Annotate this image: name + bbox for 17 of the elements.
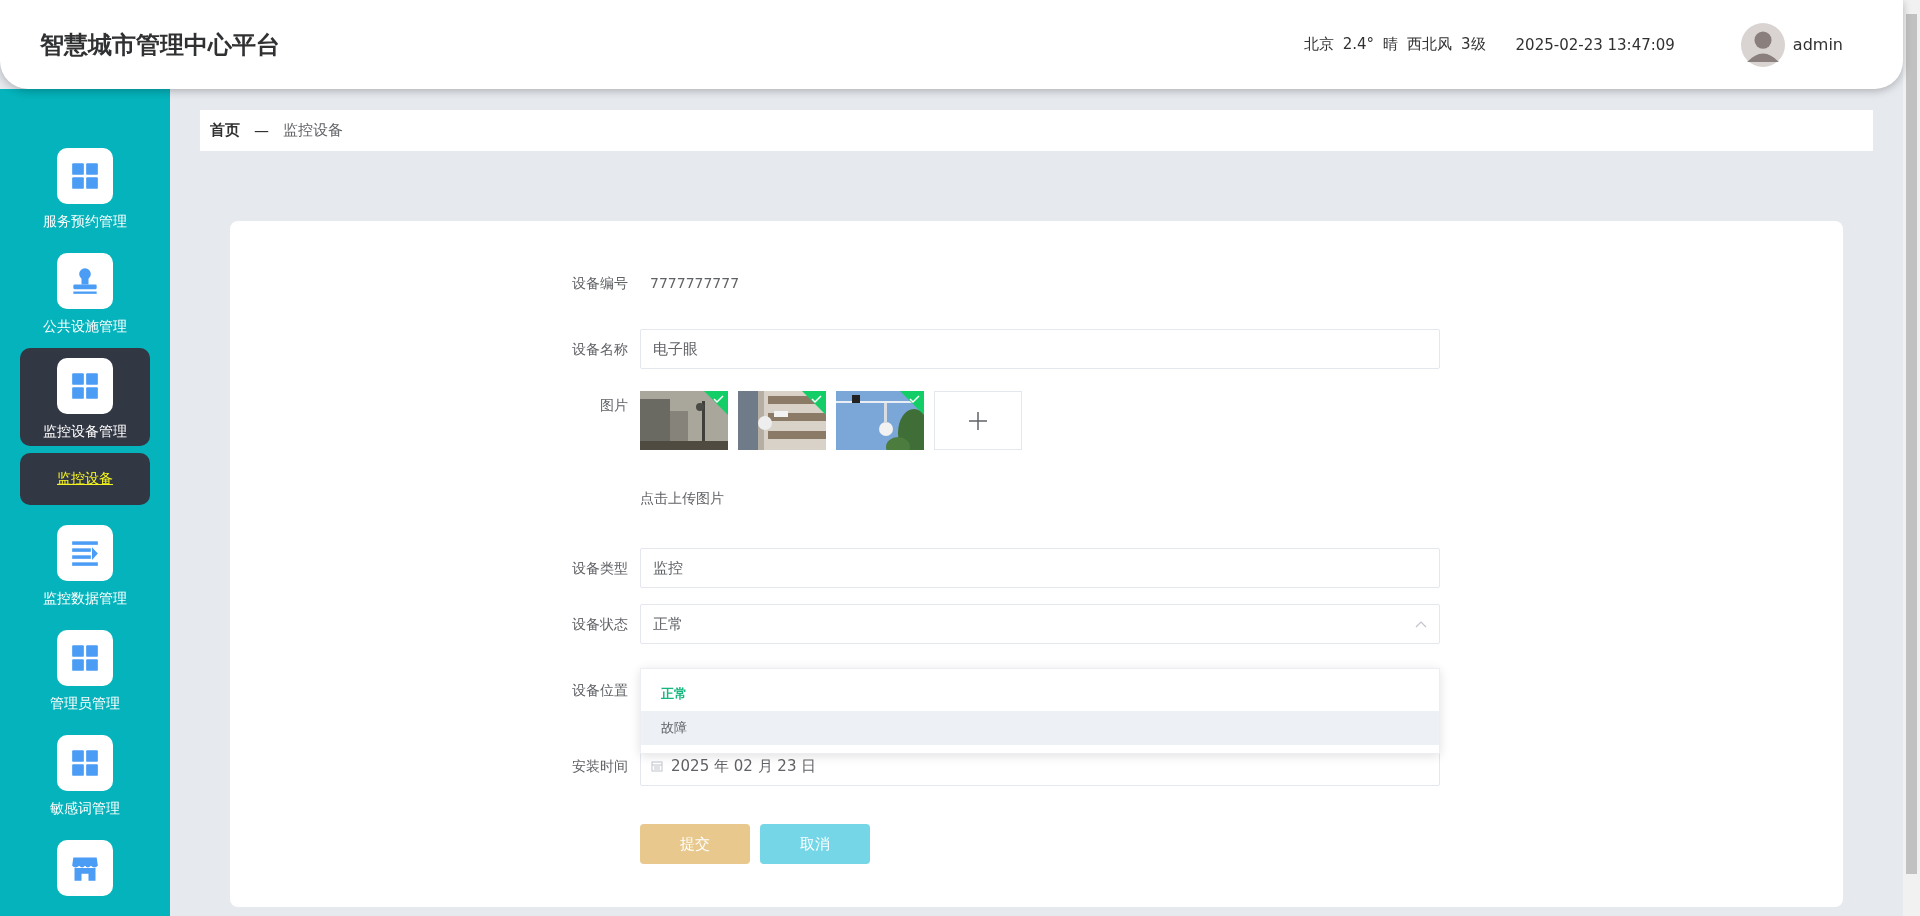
field-label: 安装时间 [571, 757, 629, 776]
app-title: 智慧城市管理中心平台 [40, 29, 281, 61]
field-label: 设备状态 [571, 615, 629, 634]
field-label: 图片 [599, 396, 629, 415]
field-label: 设备编号 [571, 274, 629, 293]
weather-text: 西北风 [1407, 35, 1452, 54]
date-time: 2025-02-23 13:47:09 [1515, 35, 1675, 54]
breadcrumb-separator: — [254, 121, 269, 140]
weather-text: 晴 [1383, 35, 1398, 54]
field-label: 设备位置 [571, 681, 629, 700]
weather-text: 3级 [1461, 35, 1486, 54]
field-label: 设备类型 [571, 559, 629, 578]
weather-text: 2.4° [1342, 35, 1374, 54]
field-value: 7777777777 [649, 275, 740, 291]
weather-text: 北京 [1303, 35, 1334, 54]
field-label: 设备名称 [571, 340, 629, 359]
upload-hint: 点击上传图片 [640, 490, 725, 508]
